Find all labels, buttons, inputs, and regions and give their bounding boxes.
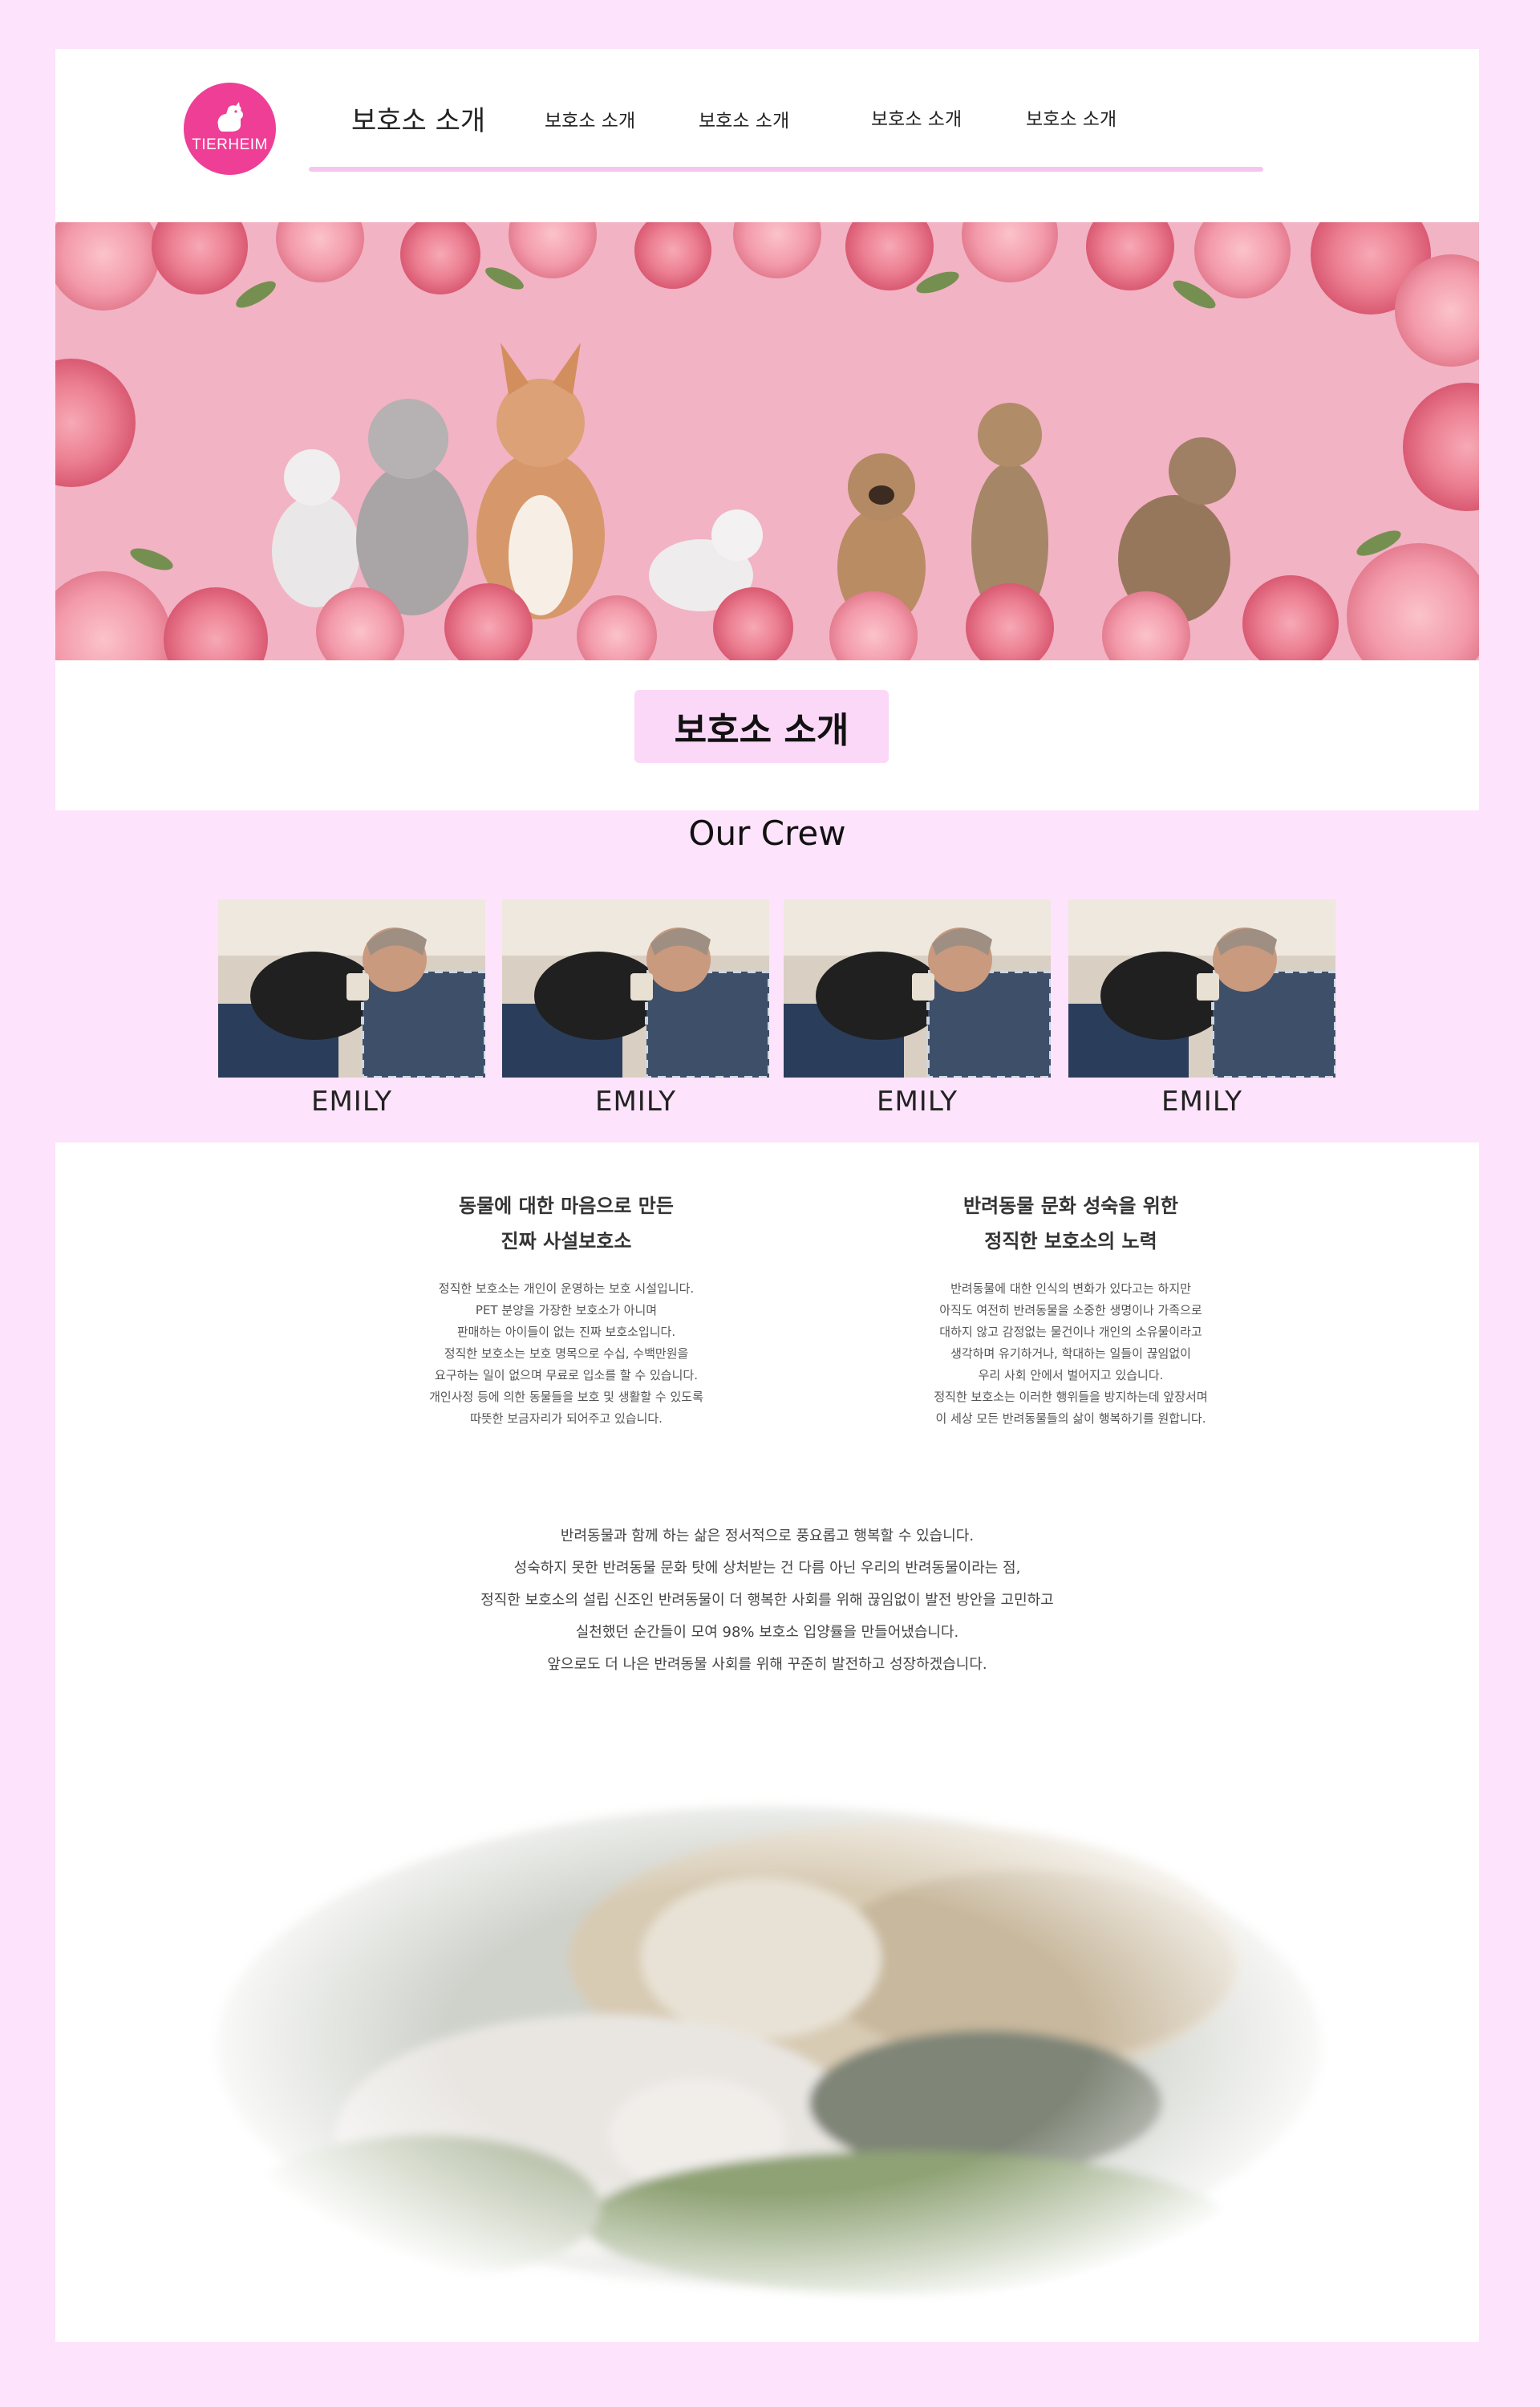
header: TIERHEIM 보호소 소개 보호소 소개 보호소 소개 보호소 소개 보호소… [55, 49, 1479, 222]
heading-line: 정직한 보호소의 노력 [984, 1230, 1157, 1252]
crew-member-name: EMILY [1161, 1086, 1243, 1118]
nav-item-about-1[interactable]: 보호소 소개 [545, 105, 635, 132]
intro-left-heading: 동물에 대한 마음으로 만든 진짜 사설보호소 [398, 1188, 735, 1259]
crew-title: Our Crew [688, 814, 846, 853]
crew-member[interactable]: EMILY [502, 899, 769, 1118]
body-line: 정직한 보호소는 보호 명목으로 수십, 수백만원을 [444, 1346, 689, 1361]
intro-left-body: 정직한 보호소는 개인이 운영하는 보호 시설입니다. PET 분양을 가장한 … [398, 1278, 735, 1430]
story-line: 성숙하지 못한 반려동물 문화 탓에 상처받는 건 다름 아닌 우리의 반려동물… [513, 1560, 1021, 1577]
intro-right-heading: 반려동물 문화 성숙을 위한 정직한 보호소의 노력 [902, 1188, 1239, 1259]
crew-photo [784, 899, 1051, 1078]
story-line: 반려동물과 함께 하는 삶은 정서적으로 풍요롭고 행복할 수 있습니다. [560, 1528, 975, 1544]
logo-text: TIERHEIM [192, 136, 268, 153]
body-line: 아직도 여전히 반려동물을 소중한 생명이나 가족으로 [939, 1303, 1202, 1317]
heading-line: 동물에 대한 마음으로 만든 [459, 1195, 674, 1217]
body-line: 이 세상 모든 반려동물들의 삶이 행복하기를 원합니다. [935, 1411, 1206, 1426]
body-line: 대하지 않고 감정없는 물건이나 개인의 소유물이라고 [939, 1325, 1202, 1339]
body-line: 따뜻한 보금자리가 되어주고 있습니다. [470, 1411, 663, 1426]
story-line: 앞으로도 더 나은 반려동물 사회를 위해 꾸준히 발전하고 성장하겠습니다. [547, 1656, 987, 1673]
story-paragraph: 반려동물과 함께 하는 삶은 정서적으로 풍요롭고 행복할 수 있습니다. 성숙… [55, 1520, 1479, 1681]
heading-line: 반려동물 문화 성숙을 위한 [963, 1195, 1178, 1217]
body-line: 요구하는 일이 없으며 무료로 입소를 할 수 있습니다. [435, 1368, 698, 1382]
body-line: 우리 사회 안에서 벌어지고 있습니다. [978, 1368, 1164, 1382]
body-line: 정직한 보호소는 이러한 행위들을 방지하는데 앞장서며 [934, 1390, 1208, 1404]
crew-photo [218, 899, 485, 1078]
crew-member[interactable]: EMILY [784, 899, 1051, 1118]
body-line: 반려동물에 대한 인식의 변화가 있다고는 하지만 [950, 1281, 1191, 1296]
crew-member-name: EMILY [594, 1086, 677, 1118]
crew-member[interactable]: EMILY [218, 899, 485, 1118]
body-line: 개인사정 등에 의한 동물들을 보호 및 생활할 수 있도록 [429, 1390, 703, 1404]
nav-item-about-4[interactable]: 보호소 소개 [1026, 104, 1116, 131]
crew-member-name: EMILY [876, 1086, 958, 1118]
story-line: 실천했던 순간들이 모여 98% 보호소 입양률을 만들어냈습니다. [575, 1624, 959, 1641]
intro-left: 동물에 대한 마음으로 만든 진짜 사설보호소 정직한 보호소는 개인이 운영하… [398, 1188, 735, 1430]
nav-underline [309, 167, 1263, 172]
nav-item-about-3[interactable]: 보호소 소개 [871, 104, 962, 131]
nav-item-about-2[interactable]: 보호소 소개 [699, 105, 789, 132]
heading-line: 진짜 사설보호소 [500, 1230, 632, 1252]
body-line: 판매하는 아이들이 없는 진짜 보호소입니다. [456, 1325, 676, 1339]
hero-image [55, 222, 1479, 660]
page: TIERHEIM 보호소 소개 보호소 소개 보호소 소개 보호소 소개 보호소… [55, 49, 1479, 2342]
body-line: PET 분양을 가장한 보호소가 아니며 [475, 1303, 658, 1317]
dog-logo-icon [217, 101, 243, 132]
bottom-photo [184, 1758, 1355, 2320]
crew-photo [502, 899, 769, 1078]
intro-right-body: 반려동물에 대한 인식의 변화가 있다고는 하지만 아직도 여전히 반려동물을 … [902, 1278, 1239, 1430]
intro-right: 반려동물 문화 성숙을 위한 정직한 보호소의 노력 반려동물에 대한 인식의 … [902, 1188, 1239, 1430]
body-line: 정직한 보호소는 개인이 운영하는 보호 시설입니다. [438, 1281, 695, 1296]
crew-section: Our Crew EMILY EMILY EMILY EMILY [55, 810, 1479, 1143]
page-title: 보호소 소개 [634, 690, 889, 763]
crew-member-name: EMILY [310, 1086, 393, 1118]
logo[interactable]: TIERHEIM [184, 83, 276, 175]
story-line: 정직한 보호소의 설립 신조인 반려동물이 더 행복한 사회를 위해 끊임없이 … [480, 1592, 1054, 1609]
nav-item-about-primary[interactable]: 보호소 소개 [351, 99, 485, 138]
hero-banner [55, 222, 1479, 660]
body-line: 생각하며 유기하거나, 학대하는 일들이 끊임없이 [950, 1346, 1191, 1361]
crew-photo [1068, 899, 1335, 1078]
cat-and-dog-image [184, 1758, 1355, 2320]
crew-member[interactable]: EMILY [1068, 899, 1335, 1118]
